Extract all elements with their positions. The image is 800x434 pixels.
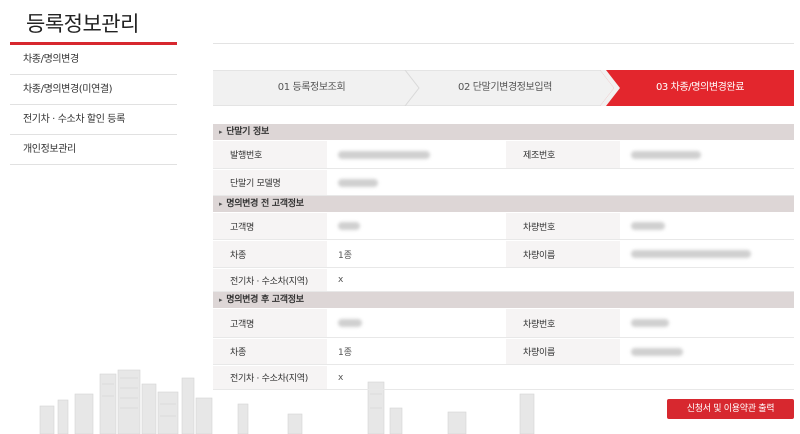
plate-number-value (620, 309, 794, 337)
vehicle-name-value (620, 339, 794, 364)
vehicle-name-label: 차량이름 (506, 241, 620, 267)
ev-region-value: x (338, 275, 344, 285)
section-terminal-info: ▸ 단말기 정보 (213, 124, 794, 140)
vehicle-type-value: 1종 (338, 348, 353, 358)
section-before-change: ▸ 명의변경 전 고객정보 (213, 196, 794, 212)
ev-region-value: x (338, 372, 344, 383)
section-arrow-icon: ▸ (219, 128, 223, 136)
section-title: 명의변경 전 고객정보 (226, 199, 304, 209)
row-after-ev: 전기차 · 수소차(지역) x (213, 366, 794, 390)
plate-number-label: 차량번호 (506, 309, 620, 337)
customer-name-value (327, 213, 506, 239)
row-issue-serial: 발행번호 제조번호 (213, 141, 794, 169)
terminal-model-value (327, 170, 794, 195)
row-before-type: 차종 1종 차량이름 (213, 241, 794, 268)
top-divider (213, 43, 794, 44)
step-1-lookup[interactable]: 01 등록정보조회 (213, 71, 410, 105)
vehicle-type-value: 1종 (338, 250, 353, 261)
sidebar-title: 등록정보관리 (26, 12, 139, 36)
serial-number-label: 제조번호 (506, 141, 620, 168)
row-after-type: 차종 1종 차량이름 (213, 339, 794, 365)
terminal-model-label: 단말기 모델명 (213, 170, 327, 195)
issue-number-value (327, 141, 506, 168)
sidebar: 등록정보관리 차종/명의변경 차종/명의변경(미연결) 전기차 · 수소차 할인… (10, 0, 177, 165)
plate-number-label: 차량번호 (506, 213, 620, 239)
row-before-customer: 고객명 차량번호 (213, 213, 794, 240)
ev-region-label: 전기차 · 수소차(지역) (213, 366, 327, 389)
section-arrow-icon: ▸ (219, 200, 223, 208)
section-title: 명의변경 후 고객정보 (226, 295, 304, 305)
step-3-complete-active[interactable]: 03 차종/명의변경완료 (606, 71, 794, 105)
vehicle-type-label: 차종 (213, 339, 327, 364)
step-2-terminal-change[interactable]: 02 단말기변경정보입력 (410, 71, 600, 105)
vehicle-name-value (620, 241, 794, 267)
ev-region-label: 전기차 · 수소차(지역) (213, 269, 327, 291)
section-title: 단말기 정보 (226, 127, 269, 137)
vehicle-type-label: 차종 (213, 241, 327, 267)
sidebar-item-personal-info[interactable]: 개인정보관리 (10, 135, 177, 165)
row-model: 단말기 모델명 (213, 170, 794, 196)
row-before-ev: 전기차 · 수소차(지역) x (213, 269, 794, 292)
issue-number-label: 발행번호 (213, 141, 327, 168)
page: 등록정보관리 차종/명의변경 차종/명의변경(미연결) 전기차 · 수소차 할인… (0, 0, 800, 434)
plate-number-value (620, 213, 794, 239)
serial-number-value (620, 141, 794, 168)
sidebar-item-vehicle-owner-change[interactable]: 차종/명의변경 (10, 45, 177, 75)
print-application-button[interactable]: 신청서 및 이용약관 출력 (667, 399, 794, 419)
customer-name-value (327, 309, 506, 337)
section-arrow-icon: ▸ (219, 296, 223, 304)
row-after-customer: 고객명 차량번호 (213, 309, 794, 338)
sidebar-item-ev-hydrogen-discount[interactable]: 전기차 · 수소차 할인 등록 (10, 105, 177, 135)
step-indicator: 01 등록정보조회 02 단말기변경정보입력 03 차종/명의변경완료 (213, 70, 794, 106)
sidebar-item-vehicle-owner-change-unlinked[interactable]: 차종/명의변경(미연결) (10, 75, 177, 105)
vehicle-name-label: 차량이름 (506, 339, 620, 364)
customer-name-label: 고객명 (213, 213, 327, 239)
customer-name-label: 고객명 (213, 309, 327, 337)
section-after-change: ▸ 명의변경 후 고객정보 (213, 292, 794, 308)
